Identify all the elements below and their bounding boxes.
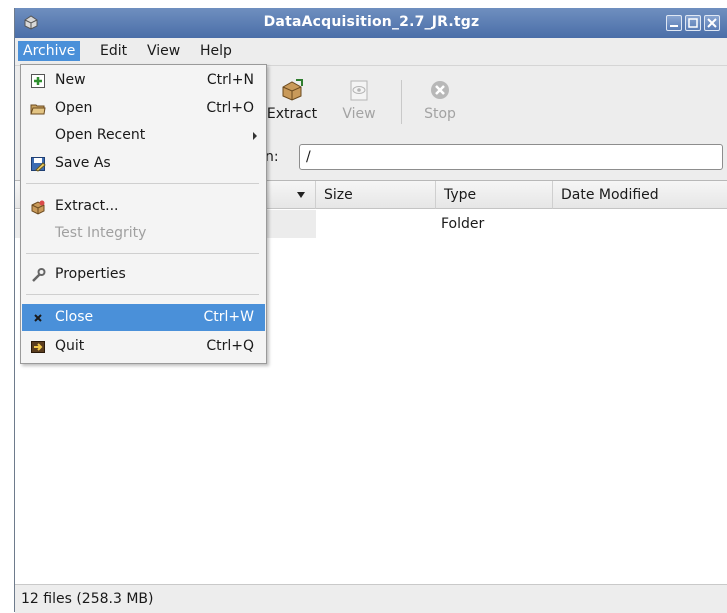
menu-help[interactable]: Help — [195, 41, 237, 61]
menu-item-quit[interactable]: Quit Ctrl+Q — [22, 333, 265, 360]
view-button[interactable]: View — [337, 78, 381, 122]
menu-item-close[interactable]: Close Ctrl+W — [22, 304, 265, 331]
toolbar-separator — [401, 80, 402, 124]
location-label: n: — [265, 149, 279, 165]
extract-icon — [30, 198, 46, 215]
menu-item-accel: Ctrl+W — [203, 309, 254, 325]
menu-item-save-as[interactable]: Save As — [22, 150, 265, 177]
close-icon[interactable] — [704, 15, 720, 31]
save-as-icon — [30, 155, 46, 172]
new-archive-icon — [30, 72, 46, 88]
menu-item-label: Test Integrity — [55, 225, 147, 241]
menu-separator — [26, 253, 259, 254]
maximize-icon[interactable] — [685, 15, 701, 31]
menu-item-label: Close — [55, 309, 94, 325]
extract-icon — [280, 78, 304, 102]
close-icon — [30, 309, 46, 325]
archive-menu-dropdown: New Ctrl+N Open Ctrl+O Open Recent Save … — [20, 64, 267, 364]
view-label: View — [342, 106, 376, 122]
menu-item-accel: Ctrl+O — [206, 100, 254, 116]
menu-item-open-recent[interactable]: Open Recent — [22, 122, 265, 149]
menu-item-properties[interactable]: Properties — [22, 261, 265, 288]
menu-item-accel: Ctrl+Q — [206, 338, 254, 354]
menu-item-label: Quit — [55, 338, 85, 354]
quit-icon — [30, 338, 46, 354]
extract-button[interactable]: Extract — [263, 78, 321, 122]
stop-icon — [428, 78, 452, 102]
stop-button[interactable]: Stop — [420, 78, 460, 122]
menu-item-open[interactable]: Open Ctrl+O — [22, 95, 265, 122]
open-folder-icon — [30, 100, 46, 116]
menu-item-label: New — [55, 72, 86, 88]
status-text: 12 files (258.3 MB) — [21, 591, 154, 607]
window-title: DataAcquisition_2.7_JR.tgz — [263, 14, 480, 30]
menu-archive[interactable]: Archive — [18, 41, 81, 61]
stop-label: Stop — [424, 106, 456, 122]
menu-item-label: Open Recent — [55, 127, 146, 143]
properties-icon — [30, 266, 46, 282]
menu-item-accel: Ctrl+N — [206, 72, 254, 88]
menu-edit[interactable]: Edit — [95, 41, 132, 61]
column-header-type[interactable]: Type — [436, 181, 553, 209]
view-icon — [347, 78, 371, 102]
menu-item-label: Open — [55, 100, 93, 116]
extract-label: Extract — [266, 106, 318, 122]
menu-item-extract[interactable]: Extract... — [22, 193, 265, 220]
menu-item-test-integrity[interactable]: Test Integrity — [22, 220, 265, 247]
menu-item-new[interactable]: New Ctrl+N — [22, 67, 265, 94]
submenu-arrow-icon — [253, 132, 257, 140]
title-bar[interactable]: DataAcquisition_2.7_JR.tgz — [15, 8, 727, 38]
column-header-size[interactable]: Size — [316, 181, 436, 209]
menu-item-label: Save As — [55, 155, 111, 171]
column-header-date-modified[interactable]: Date Modified — [553, 181, 727, 209]
minimize-icon[interactable] — [666, 15, 682, 31]
sort-descending-icon — [297, 192, 305, 198]
menu-item-label: Properties — [55, 266, 126, 282]
status-bar: 12 files (258.3 MB) — [15, 584, 727, 613]
menu-bar: Archive Edit View Help — [15, 38, 727, 64]
menu-separator — [26, 183, 259, 184]
location-input[interactable]: / — [299, 144, 723, 170]
menu-view[interactable]: View — [142, 41, 185, 61]
menu-item-label: Extract... — [55, 198, 119, 214]
row-type: Folder — [441, 216, 485, 232]
menu-separator — [26, 294, 259, 295]
